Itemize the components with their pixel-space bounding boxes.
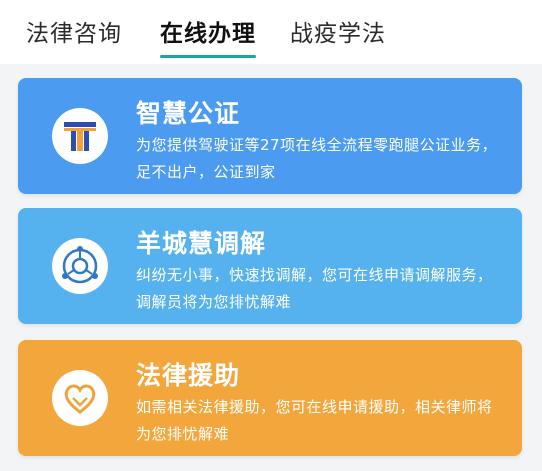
card-description: 如需相关法律援助，您可在线申请援助，相关律师将为您排忧解难 (136, 398, 493, 443)
card-legal-aid[interactable]: 法律援助 如需相关法律援助，您可在线申请援助，相关律师将为您排忧解难 (18, 340, 522, 456)
card-title: 法律援助 (136, 361, 241, 390)
mediation-logo-icon (52, 238, 108, 294)
card-title: 智慧公证 (136, 99, 241, 128)
tab-bar: 法律咨询 在线办理 战疫学法 (0, 0, 542, 64)
tab-epidemic-law[interactable]: 战疫学法 (290, 14, 386, 48)
notary-logo-icon (52, 108, 108, 164)
card-title: 羊城慧调解 (136, 229, 267, 258)
legal-aid-heart-icon (52, 370, 108, 426)
card-description: 为您提供驾驶证等27项在线全流程零跑腿公证业务，足不出户，公证到家 (136, 136, 498, 181)
card-smart-notary[interactable]: 智慧公证 为您提供驾驶证等27项在线全流程零跑腿公证业务，足不出户，公证到家 (18, 78, 522, 194)
card-description: 纠纷无小事，快速找调解，您可在线申请调解服务，调解员将为您排忧解难 (136, 266, 493, 311)
card-yangcheng-mediation[interactable]: 羊城慧调解 纠纷无小事，快速找调解，您可在线申请调解服务，调解员将为您排忧解难 (18, 208, 522, 324)
tab-legal-consult[interactable]: 法律咨询 (26, 14, 122, 48)
tab-online-service[interactable]: 在线办理 (160, 14, 256, 58)
